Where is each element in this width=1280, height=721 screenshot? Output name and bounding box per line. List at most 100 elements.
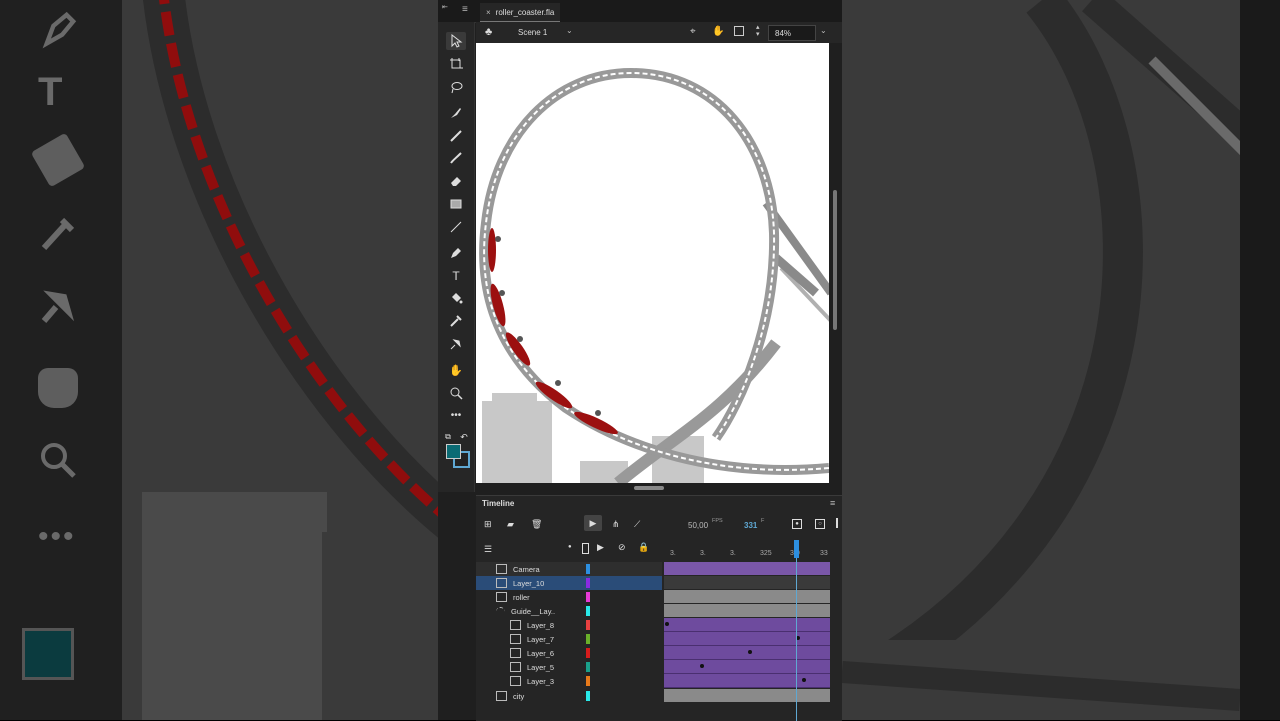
- layer-icon: [496, 592, 507, 602]
- fps-value[interactable]: 50,00: [688, 521, 708, 530]
- lasso-tool-icon[interactable]: [446, 78, 466, 96]
- background-left-zoom: T •••: [0, 0, 438, 720]
- line-tool-icon[interactable]: [446, 218, 466, 236]
- layer-row-city[interactable]: city: [476, 689, 662, 703]
- layer-row-layer-7[interactable]: Layer_7: [476, 632, 662, 646]
- roller-coaster-artwork: [479, 67, 829, 483]
- layer-frames-layer-7[interactable]: [664, 632, 830, 646]
- keyframe-dot[interactable]: [700, 664, 704, 668]
- playhead[interactable]: [796, 540, 797, 721]
- layer-color-swatch[interactable]: [586, 691, 590, 701]
- layer-color-swatch[interactable]: [586, 592, 590, 602]
- layer-row-layer-3[interactable]: Layer_3: [476, 674, 662, 688]
- layer-color-swatch[interactable]: [586, 578, 590, 588]
- rectangle-tool-icon[interactable]: [446, 195, 466, 213]
- layer-name: Layer_10: [513, 578, 545, 588]
- ruler-tick: 325: [760, 550, 772, 557]
- snap-icon[interactable]: ⌖: [690, 26, 696, 37]
- camera-toggle-icon[interactable]: ▶: [584, 515, 602, 531]
- layer-name: Layer_8: [527, 620, 555, 630]
- panel-collapse-icon[interactable]: ⇤: [442, 3, 448, 11]
- layer-color-swatch[interactable]: [586, 648, 590, 658]
- fluid-brush-tool-icon[interactable]: [446, 149, 466, 167]
- layer-row-camera[interactable]: Camera: [476, 562, 662, 576]
- layer-name: roller: [513, 592, 530, 602]
- layer-row-guide[interactable]: Guide__Lay..: [476, 604, 662, 618]
- free-transform-tool-icon[interactable]: [446, 55, 466, 73]
- zoom-dropdown-icon[interactable]: ⌄: [820, 26, 827, 35]
- zoom-tool-icon[interactable]: [446, 384, 466, 402]
- clip-center-icon[interactable]: [734, 26, 744, 36]
- layer-frames-layer-8[interactable]: [664, 618, 830, 632]
- lock-toggle-icon[interactable]: 🔒: [638, 542, 649, 553]
- layer-parenting-icon[interactable]: ⋔: [612, 519, 620, 530]
- new-folder-icon[interactable]: ▰: [507, 519, 514, 530]
- zoom-icon: [38, 440, 78, 480]
- pen-tool-icon[interactable]: [446, 244, 466, 262]
- hand-tool-icon[interactable]: ✋: [446, 361, 466, 379]
- layer-row-layer-8[interactable]: Layer_8: [476, 618, 662, 632]
- camera-attach-icon[interactable]: ▶: [597, 542, 604, 553]
- stage-horizontal-scrollbar[interactable]: [634, 486, 664, 490]
- fill-color-swatch[interactable]: [446, 444, 461, 459]
- scene-dropdown-icon[interactable]: ⌄: [566, 26, 573, 35]
- pin-tool-icon[interactable]: [446, 335, 466, 353]
- layer-frames-layer-6[interactable]: [664, 646, 830, 660]
- delete-layer-icon[interactable]: 🗑: [531, 519, 542, 530]
- more-icon: •••: [38, 520, 76, 553]
- layer-row-layer-10[interactable]: Layer_10: [476, 576, 662, 590]
- paint-bucket-tool-icon[interactable]: [446, 289, 466, 307]
- brush-tool-icon[interactable]: [446, 104, 466, 122]
- paint-bucket-icon: [30, 132, 86, 188]
- playhead-handle[interactable]: [794, 540, 799, 558]
- layer-frames-layer-5[interactable]: [664, 660, 830, 674]
- keyframe-dot[interactable]: [748, 650, 752, 654]
- layer-frames-layer-10[interactable]: [664, 576, 830, 589]
- layer-frames-guide[interactable]: [664, 604, 830, 617]
- keyframe-dot[interactable]: [665, 622, 669, 626]
- current-frame-value[interactable]: 331: [744, 521, 757, 530]
- visibility-toggle-icon[interactable]: ⊘: [618, 542, 626, 553]
- ruler-tick: 33: [820, 550, 828, 557]
- zoom-stepper[interactable]: ▴ ▾: [756, 24, 760, 38]
- scene-label[interactable]: Scene 1: [518, 28, 547, 37]
- paint-brush-tool-icon[interactable]: [446, 127, 466, 145]
- layer-color-swatch[interactable]: [586, 662, 590, 672]
- layer-color-swatch[interactable]: [586, 676, 590, 686]
- layer-row-roller[interactable]: roller: [476, 590, 662, 604]
- tween-graph-icon[interactable]: ⟋: [634, 519, 640, 530]
- new-layer-icon[interactable]: ⊞: [484, 519, 492, 530]
- tab-close-icon[interactable]: ×: [486, 8, 491, 17]
- frame-marker-icon[interactable]: [836, 518, 838, 528]
- frame-unit: F: [761, 518, 765, 524]
- rotate-hand-icon[interactable]: ✋: [712, 26, 724, 37]
- outline-toggle-icon[interactable]: [582, 543, 589, 554]
- layer-color-swatch[interactable]: [586, 620, 590, 630]
- insert-blank-keyframe-icon[interactable]: ○: [815, 519, 825, 529]
- highlight-layer-icon[interactable]: ●: [568, 544, 572, 550]
- more-tools-icon[interactable]: •••: [446, 406, 466, 424]
- layer-frames-layer-3[interactable]: [664, 674, 830, 688]
- zoom-field[interactable]: 84%: [768, 25, 816, 41]
- panel-menu-icon[interactable]: ≡: [462, 4, 468, 15]
- layer-color-swatch[interactable]: [586, 564, 590, 574]
- timeline-menu-icon[interactable]: ≡: [830, 498, 835, 508]
- text-tool-icon[interactable]: T: [446, 267, 466, 285]
- layer-row-layer-5[interactable]: Layer_5: [476, 660, 662, 674]
- layer-row-layer-6[interactable]: Layer_6: [476, 646, 662, 660]
- document-tab-bar: ⇤ ≡ × roller_coaster.fla: [438, 0, 842, 23]
- layer-frames-city[interactable]: [664, 689, 830, 702]
- selection-tool-icon[interactable]: [446, 32, 466, 50]
- tab-roller-coaster[interactable]: × roller_coaster.fla: [480, 3, 561, 23]
- layer-color-swatch[interactable]: [586, 606, 590, 616]
- eraser-tool-icon[interactable]: [446, 172, 466, 190]
- frame-ruler[interactable]: 3. 3. 3. 325 3.0 33: [664, 548, 830, 560]
- layer-frames-roller[interactable]: [664, 590, 830, 603]
- layer-frames-camera[interactable]: [664, 562, 830, 575]
- insert-keyframe-icon[interactable]: ●: [792, 519, 802, 529]
- layer-color-swatch[interactable]: [586, 634, 590, 644]
- stage-vertical-scrollbar[interactable]: [833, 190, 837, 330]
- eyedropper-tool-icon[interactable]: [446, 312, 466, 330]
- keyframe-dot[interactable]: [802, 678, 806, 682]
- stage-canvas[interactable]: [476, 43, 829, 483]
